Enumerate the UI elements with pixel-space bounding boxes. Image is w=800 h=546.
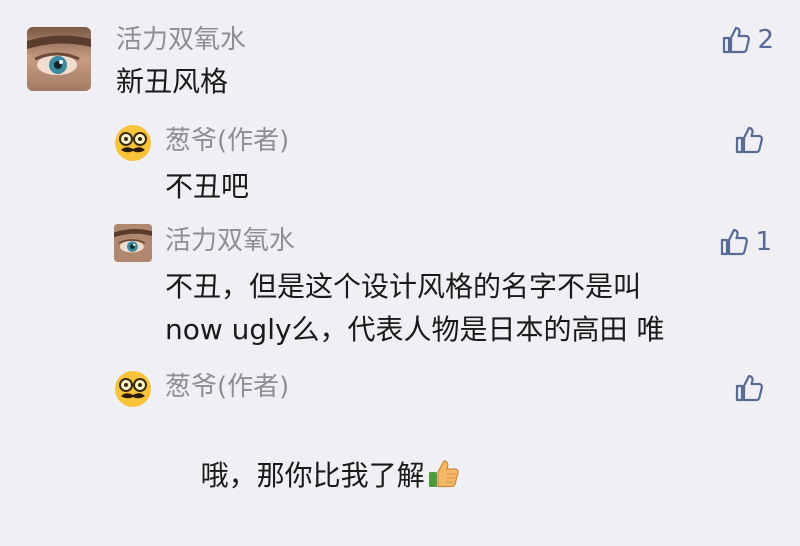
- mustache-glasses-emoji-icon: [115, 125, 151, 161]
- eye-photo-icon: [27, 27, 91, 91]
- mustache-glasses-emoji-icon: [115, 371, 151, 407]
- thumbs-up-icon: [723, 26, 751, 54]
- author-avatar[interactable]: [114, 370, 152, 408]
- eye-photo-icon: [114, 224, 152, 262]
- thumbs-up-icon: [735, 374, 763, 402]
- thumbs-up-icon: [735, 126, 763, 154]
- thumbs-up-icon: [721, 228, 749, 256]
- like-button[interactable]: 2: [721, 22, 774, 58]
- comment-text: 不丑，但是这个设计风格的名字不是叫 now ugly么，代表人物是日本的高田 唯: [165, 270, 665, 346]
- comment-text-content: 哦，那你比我了解: [200, 459, 425, 492]
- comment-text: 哦，那你比我了解: [165, 411, 461, 546]
- like-button[interactable]: [734, 370, 770, 406]
- like-count: 2: [757, 25, 774, 55]
- comment-reply: 活力双氧水 不丑，但是这个设计风格的名字不是叫 now ugly么，代表人物是日…: [0, 210, 800, 360]
- comment-reply: 葱爷(作者) 不丑吧: [0, 110, 800, 210]
- like-button[interactable]: [734, 122, 770, 158]
- comment-reply: 葱爷(作者) 哦，那你比我了解: [0, 358, 800, 492]
- like-button[interactable]: 1: [719, 224, 772, 260]
- comment-author[interactable]: 葱爷(作者): [165, 126, 289, 156]
- comment-top-level: 活力双氧水 新丑风格 2: [0, 0, 800, 110]
- like-count: 1: [755, 227, 772, 257]
- comment-author[interactable]: 葱爷(作者): [165, 372, 289, 402]
- author-avatar[interactable]: [114, 124, 152, 162]
- comment-author[interactable]: 活力双氧水: [116, 25, 246, 55]
- comment-text: 新丑风格: [116, 65, 229, 98]
- comment-author[interactable]: 活力双氧水: [165, 226, 295, 256]
- user-avatar[interactable]: [27, 27, 91, 91]
- thumbs-up-emoji-icon: [427, 457, 461, 503]
- comment-text: 不丑吧: [165, 170, 250, 203]
- user-avatar[interactable]: [114, 224, 152, 262]
